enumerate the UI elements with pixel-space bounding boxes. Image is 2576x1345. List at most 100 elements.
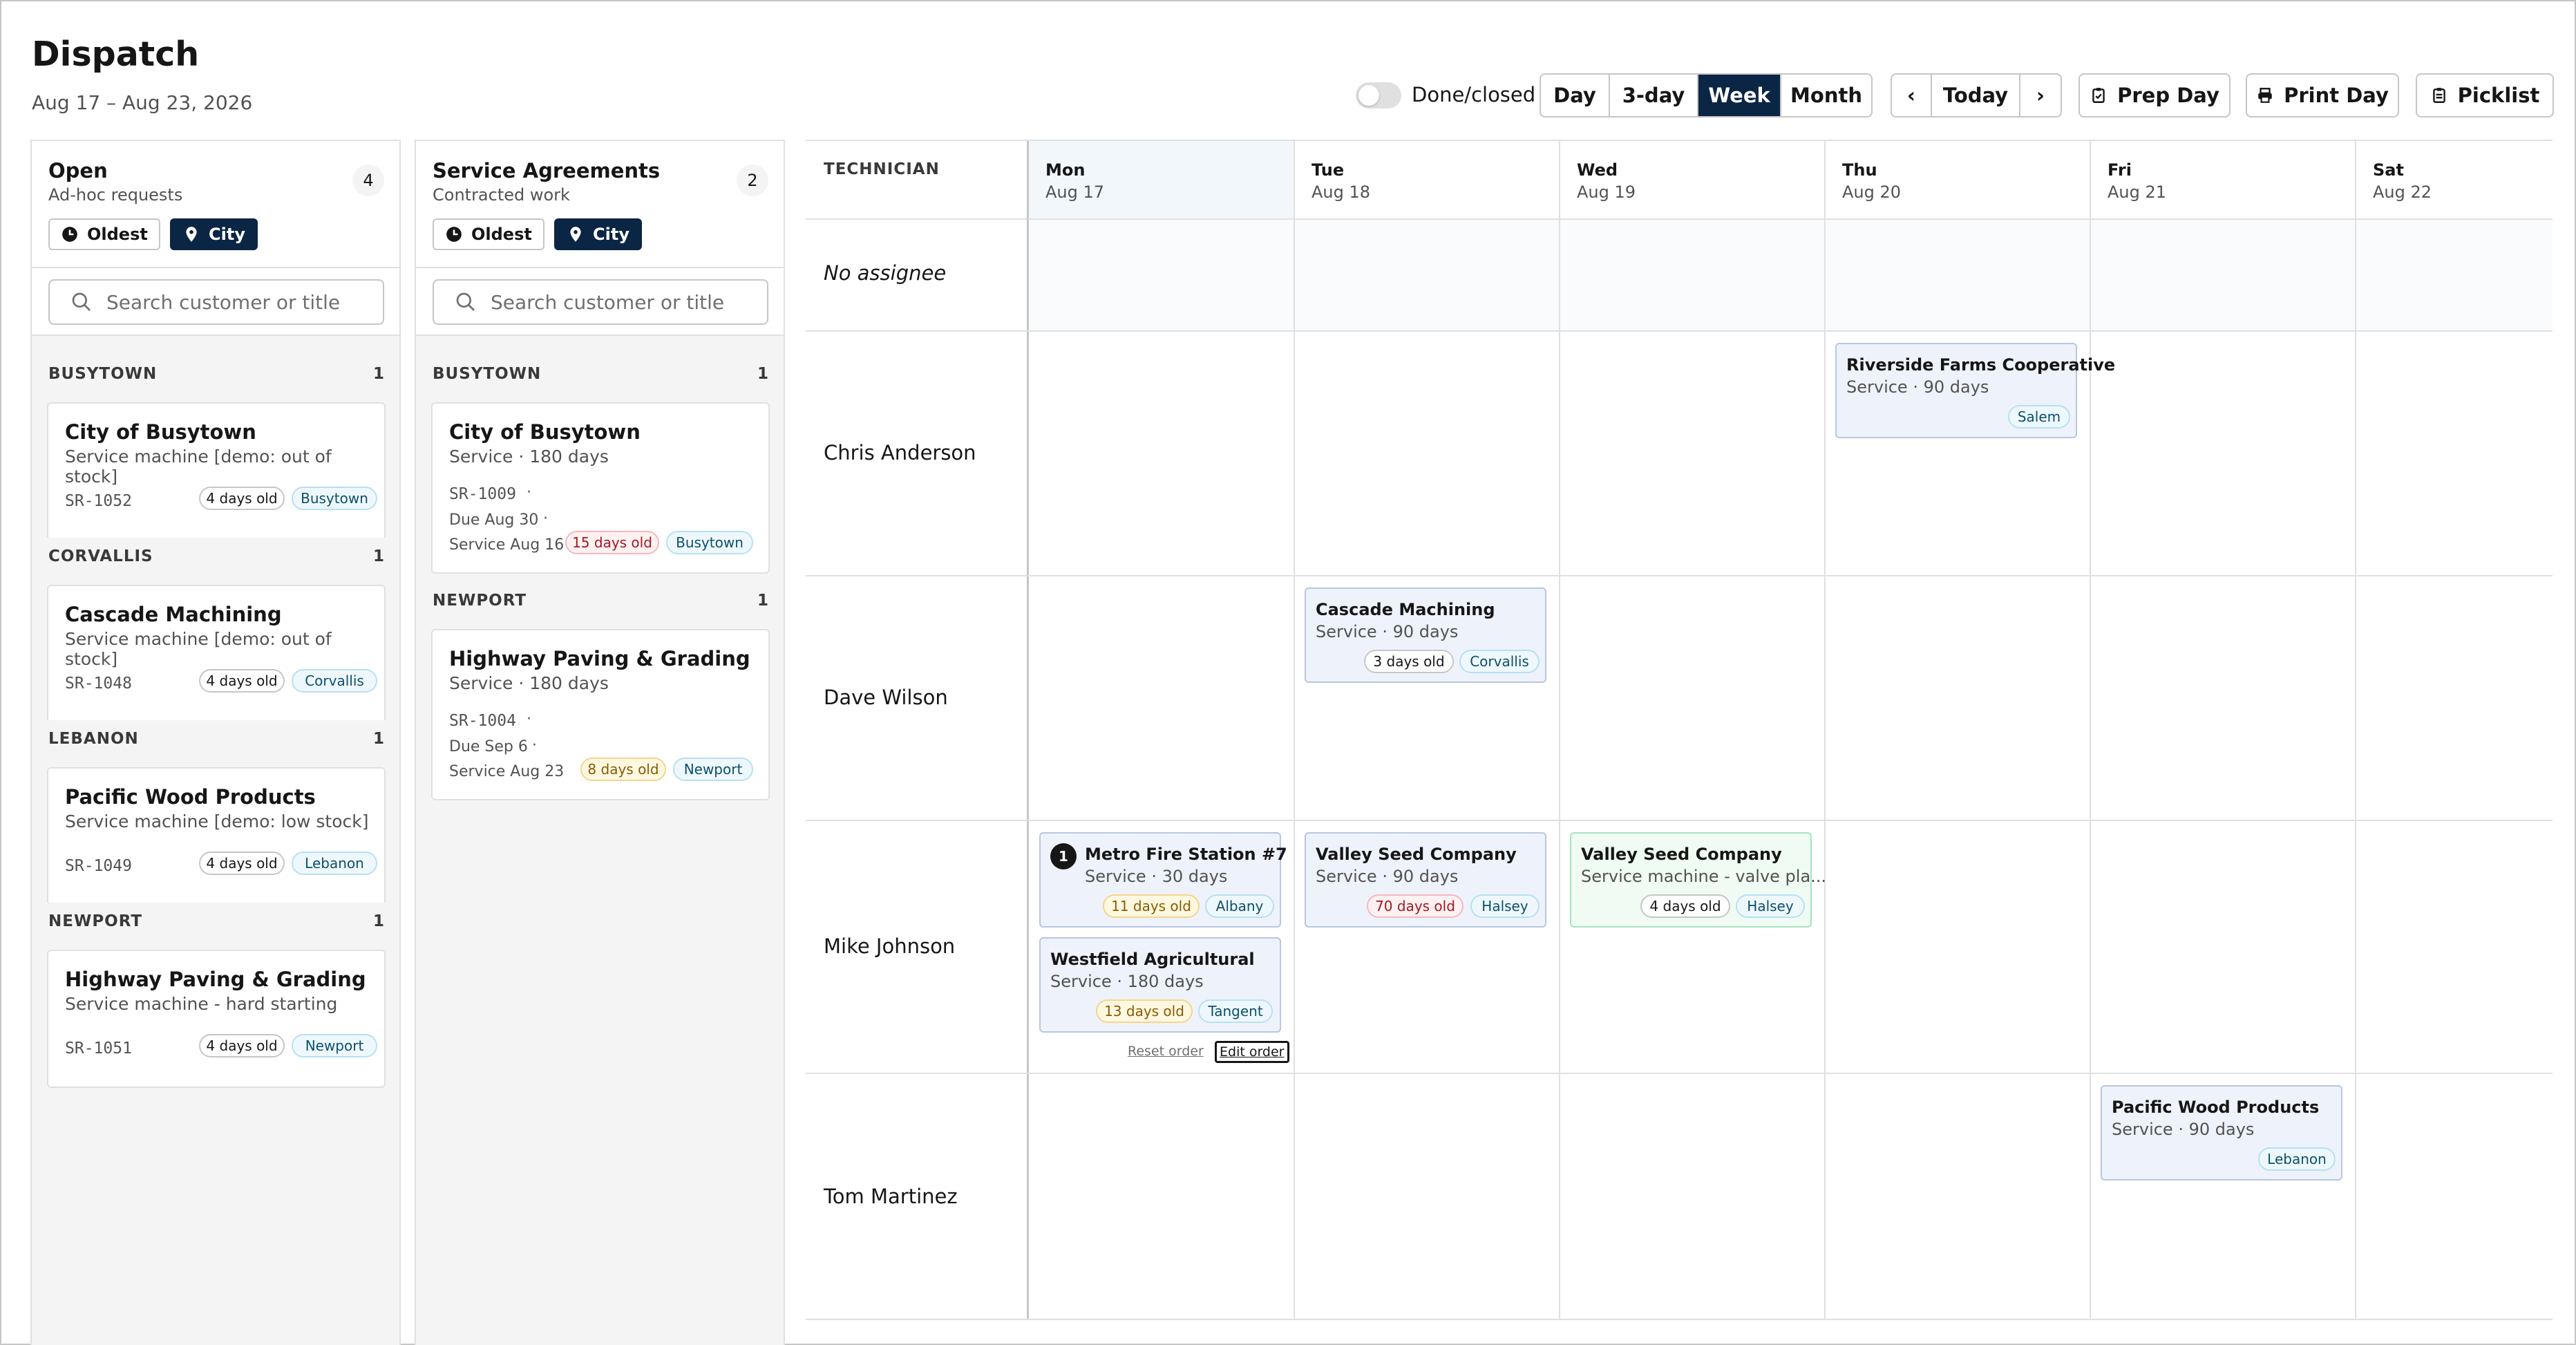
job-card[interactable]: Cascade Machining Service · 90 days 3 da… [1305, 587, 1546, 683]
agreements-panel-subtitle: Contracted work [433, 185, 570, 205]
open-panel-subtitle: Ad-hoc requests [48, 185, 183, 205]
day-cell[interactable] [1824, 220, 2090, 330]
age-badge: 13 days old [1096, 999, 1193, 1023]
agreement-card[interactable]: City of Busytown Service · 180 days SR-1… [431, 402, 770, 574]
job-card[interactable]: Valley Seed Company Service machine - va… [1570, 832, 1826, 928]
day-cell[interactable] [2355, 332, 2553, 575]
group-name: NEWPORT [48, 912, 143, 930]
day-cell[interactable] [2090, 821, 2355, 1073]
job-card[interactable]: Riverside Farms Cooperative Service · 90… [1835, 343, 2115, 438]
open-panel-count: 4 [352, 164, 384, 196]
agreement-card[interactable]: Highway Paving & Grading Service · 180 d… [431, 629, 770, 800]
sort-oldest-label: Oldest [471, 225, 532, 244]
age-badge: 8 days old [580, 758, 666, 781]
card-title: Highway Paving & Grading [65, 968, 366, 991]
technician-name: Dave Wilson [824, 686, 948, 709]
age-badge: 3 days old [1364, 650, 1454, 673]
prev-button[interactable]: ‹ [1892, 75, 1932, 116]
technician-row-unassigned: No assignee [806, 220, 2553, 332]
city-badge: Halsey [1736, 894, 1805, 918]
day-cell[interactable] [1294, 332, 1559, 575]
day-cell[interactable] [1027, 332, 1294, 575]
card-title: Pacific Wood Products [65, 785, 316, 809]
reset-order-link[interactable]: Reset order [1128, 1044, 1204, 1059]
technician-row-chris-anderson: Chris Anderson Riverside Farms Cooperati… [806, 332, 2553, 576]
day-cell[interactable] [1294, 220, 1559, 330]
done-closed-toggle[interactable] [1356, 82, 1401, 109]
view-3day-button[interactable]: 3-day [1610, 75, 1698, 116]
day-cell[interactable] [2355, 821, 2553, 1073]
view-week-button[interactable]: Week [1698, 75, 1781, 116]
technician-row-tom-martinez: Tom Martinez Pacific Wood Products Servi… [806, 1074, 2553, 1320]
group-count: 1 [372, 912, 384, 930]
edit-order-link[interactable]: Edit order [1215, 1041, 1289, 1063]
day-cell[interactable] [1027, 1074, 1294, 1319]
service-date: Service Aug 23 [449, 763, 565, 780]
request-card[interactable]: Pacific Wood Products Service machine [d… [47, 767, 386, 905]
request-card[interactable]: Cascade Machining Service machine [demo:… [47, 585, 386, 723]
day-cell[interactable] [2355, 576, 2553, 820]
view-day-button[interactable]: Day [1541, 75, 1610, 116]
city-badge: Lebanon [2258, 1147, 2336, 1171]
day-cell[interactable] [1559, 1074, 1824, 1319]
sort-oldest-chip[interactable]: Oldest [433, 218, 544, 250]
print-day-button[interactable]: Print Day [2246, 73, 2399, 117]
day-name: Sat [2373, 160, 2404, 180]
day-date: Aug 18 [1311, 182, 1371, 202]
separator-dot: · [527, 711, 531, 728]
sort-city-chip[interactable]: City [554, 218, 642, 250]
job-card[interactable]: 1 Metro Fire Station #7 Service · 30 day… [1039, 832, 1287, 928]
job-title: Valley Seed Company [1316, 845, 1517, 864]
search-icon [72, 292, 91, 311]
agreements-search-input[interactable] [491, 290, 753, 314]
prep-day-button[interactable]: Prep Day [2078, 73, 2231, 117]
day-cell[interactable] [1294, 1074, 1559, 1319]
day-cell[interactable] [2090, 576, 2355, 820]
day-header-wed: Wed Aug 19 [1559, 141, 1824, 220]
day-cell[interactable] [1824, 576, 2090, 820]
day-date: Aug 20 [1842, 182, 1902, 202]
city-badge: Tangent [1198, 999, 1273, 1023]
card-id: SR-1049 [65, 857, 132, 875]
request-card[interactable]: Highway Paving & Grading Service machine… [47, 950, 386, 1088]
today-button[interactable]: Today [1932, 75, 2020, 116]
job-card[interactable]: Westfield Agricultural Service · 180 day… [1039, 937, 1281, 1033]
day-cell[interactable] [1559, 220, 1824, 330]
group-count: 1 [372, 547, 384, 565]
job-subtitle: Service · 90 days [1316, 622, 1459, 641]
group-header-newport: NEWPORT 1 [32, 903, 399, 939]
day-cell[interactable] [2355, 1074, 2553, 1319]
day-date: Aug 21 [2108, 182, 2167, 202]
card-subtitle: Service machine [demo: out of stock] [65, 629, 332, 669]
day-cell[interactable] [2090, 220, 2355, 330]
age-badge: 4 days old [199, 487, 285, 510]
picklist-button[interactable]: Picklist [2416, 73, 2554, 117]
request-card[interactable]: City of Busytown Service machine [demo: … [47, 402, 386, 540]
day-cell[interactable] [1027, 576, 1294, 820]
week-calendar: TECHNICIAN Mon Aug 17 Tue Aug 18 Wed Aug… [806, 140, 2553, 1320]
open-search-input[interactable] [106, 290, 369, 314]
sort-oldest-chip[interactable]: Oldest [48, 218, 160, 250]
job-title: Westfield Agricultural [1050, 950, 1255, 969]
day-cell[interactable] [1824, 1074, 2090, 1319]
open-requests-panel: Open Ad-hoc requests 4 Oldest City BUSYT… [30, 140, 401, 1345]
job-card[interactable]: Pacific Wood Products Service · 90 days … [2101, 1085, 2342, 1181]
day-cell[interactable] [1027, 220, 1294, 330]
technician-name: Mike Johnson [824, 934, 956, 958]
technician-column-header: TECHNICIAN [806, 141, 1027, 220]
day-cell[interactable] [1559, 332, 1824, 575]
sort-city-chip[interactable]: City [170, 218, 258, 250]
job-card[interactable]: Valley Seed Company Service · 90 days 70… [1305, 832, 1546, 928]
day-cell[interactable] [1559, 576, 1824, 820]
card-id: SR-1052 [65, 492, 132, 510]
view-month-button[interactable]: Month [1781, 75, 1871, 116]
group-header-busytown: BUSYTOWN 1 [32, 355, 399, 391]
card-id: SR-1048 [65, 675, 132, 693]
day-cell[interactable] [1824, 821, 2090, 1073]
next-button[interactable]: › [2020, 75, 2061, 116]
sort-city-label: City [209, 225, 245, 244]
group-name: BUSYTOWN [433, 365, 542, 383]
day-cell[interactable] [2355, 220, 2553, 330]
group-count: 1 [757, 592, 768, 610]
day-cell[interactable] [2090, 332, 2355, 575]
